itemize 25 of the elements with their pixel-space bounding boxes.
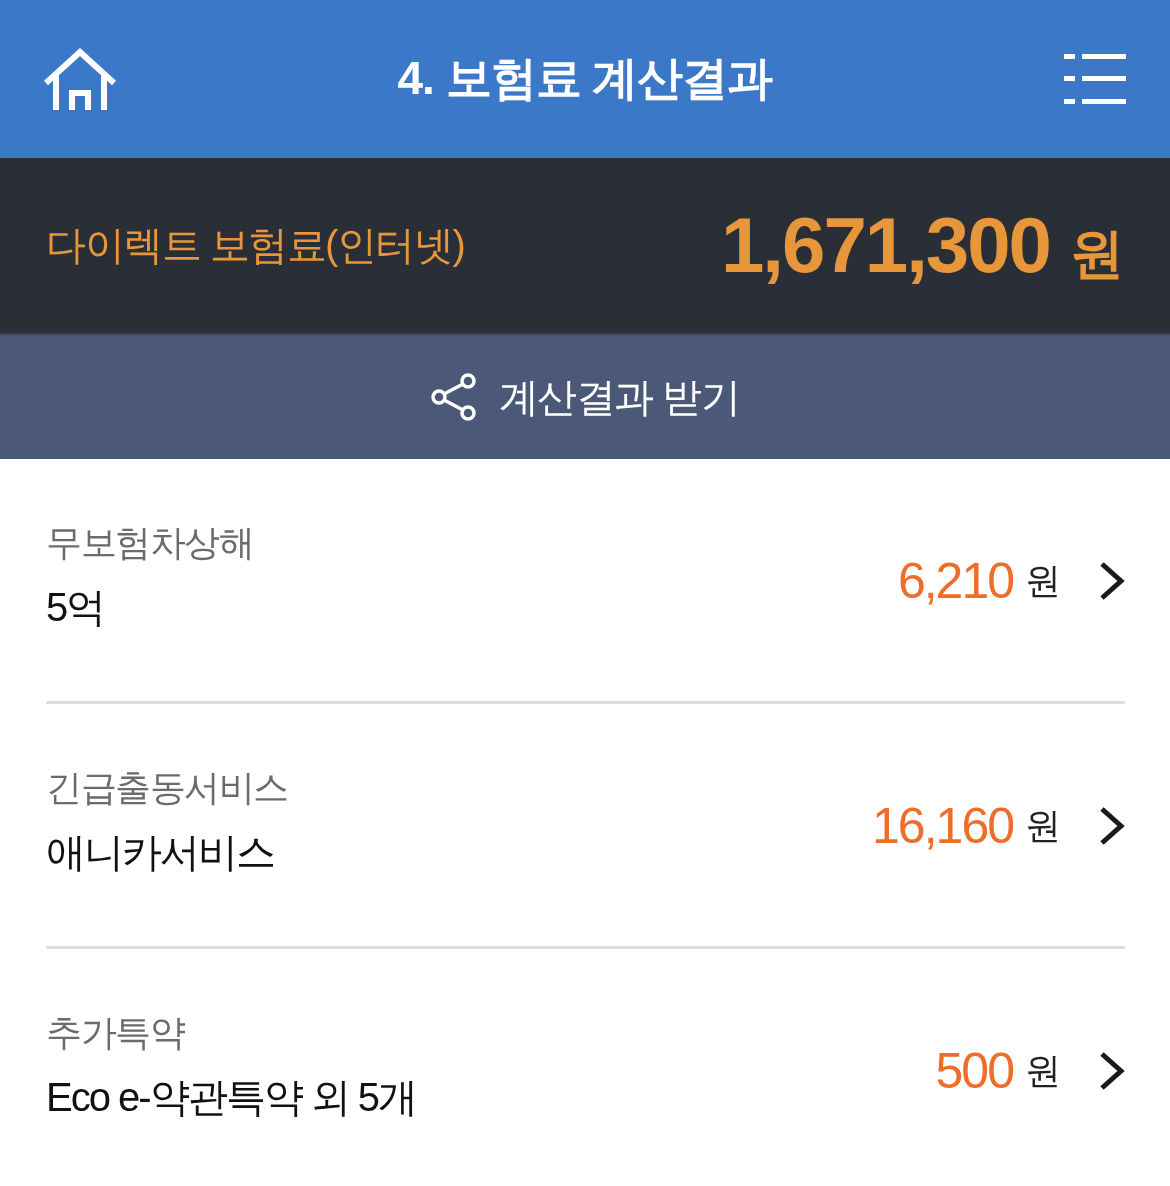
coverage-price: 500 xyxy=(935,1042,1013,1100)
coverage-value: 5억 xyxy=(46,584,106,631)
currency-unit: 원 xyxy=(1070,222,1124,285)
page-title: 4. 보험료 계산결과 xyxy=(397,51,773,106)
coverage-label: 무보험차상해 xyxy=(46,521,253,565)
premium-amount: 1,671,300 xyxy=(721,200,1050,291)
currency-unit: 원 xyxy=(1025,1048,1061,1093)
currency-unit: 원 xyxy=(1025,803,1061,848)
currency-unit: 원 xyxy=(1025,558,1061,603)
coverage-price: 16,160 xyxy=(872,797,1013,855)
share-result-button[interactable]: 계산결과 받기 xyxy=(0,335,1170,459)
menu-button[interactable] xyxy=(1064,54,1126,104)
coverage-value: 애니카서비스 xyxy=(46,829,275,876)
chevron-right-icon xyxy=(1099,806,1125,846)
home-icon xyxy=(44,48,116,110)
share-icon xyxy=(430,373,477,421)
coverage-label: 추가특약 xyxy=(46,1011,186,1055)
coverage-price: 6,210 xyxy=(897,552,1013,610)
menu-icon xyxy=(1064,54,1126,104)
coverage-value: Eco e-약관특약 외 5개 xyxy=(46,1074,417,1121)
premium-label: 다이렉트 보험료(인터넷) xyxy=(46,222,465,269)
chevron-right-icon xyxy=(1099,1051,1125,1091)
chevron-right-icon xyxy=(1099,561,1125,601)
coverage-label: 긴급출동서비스 xyxy=(46,766,288,810)
home-button[interactable] xyxy=(44,48,116,110)
